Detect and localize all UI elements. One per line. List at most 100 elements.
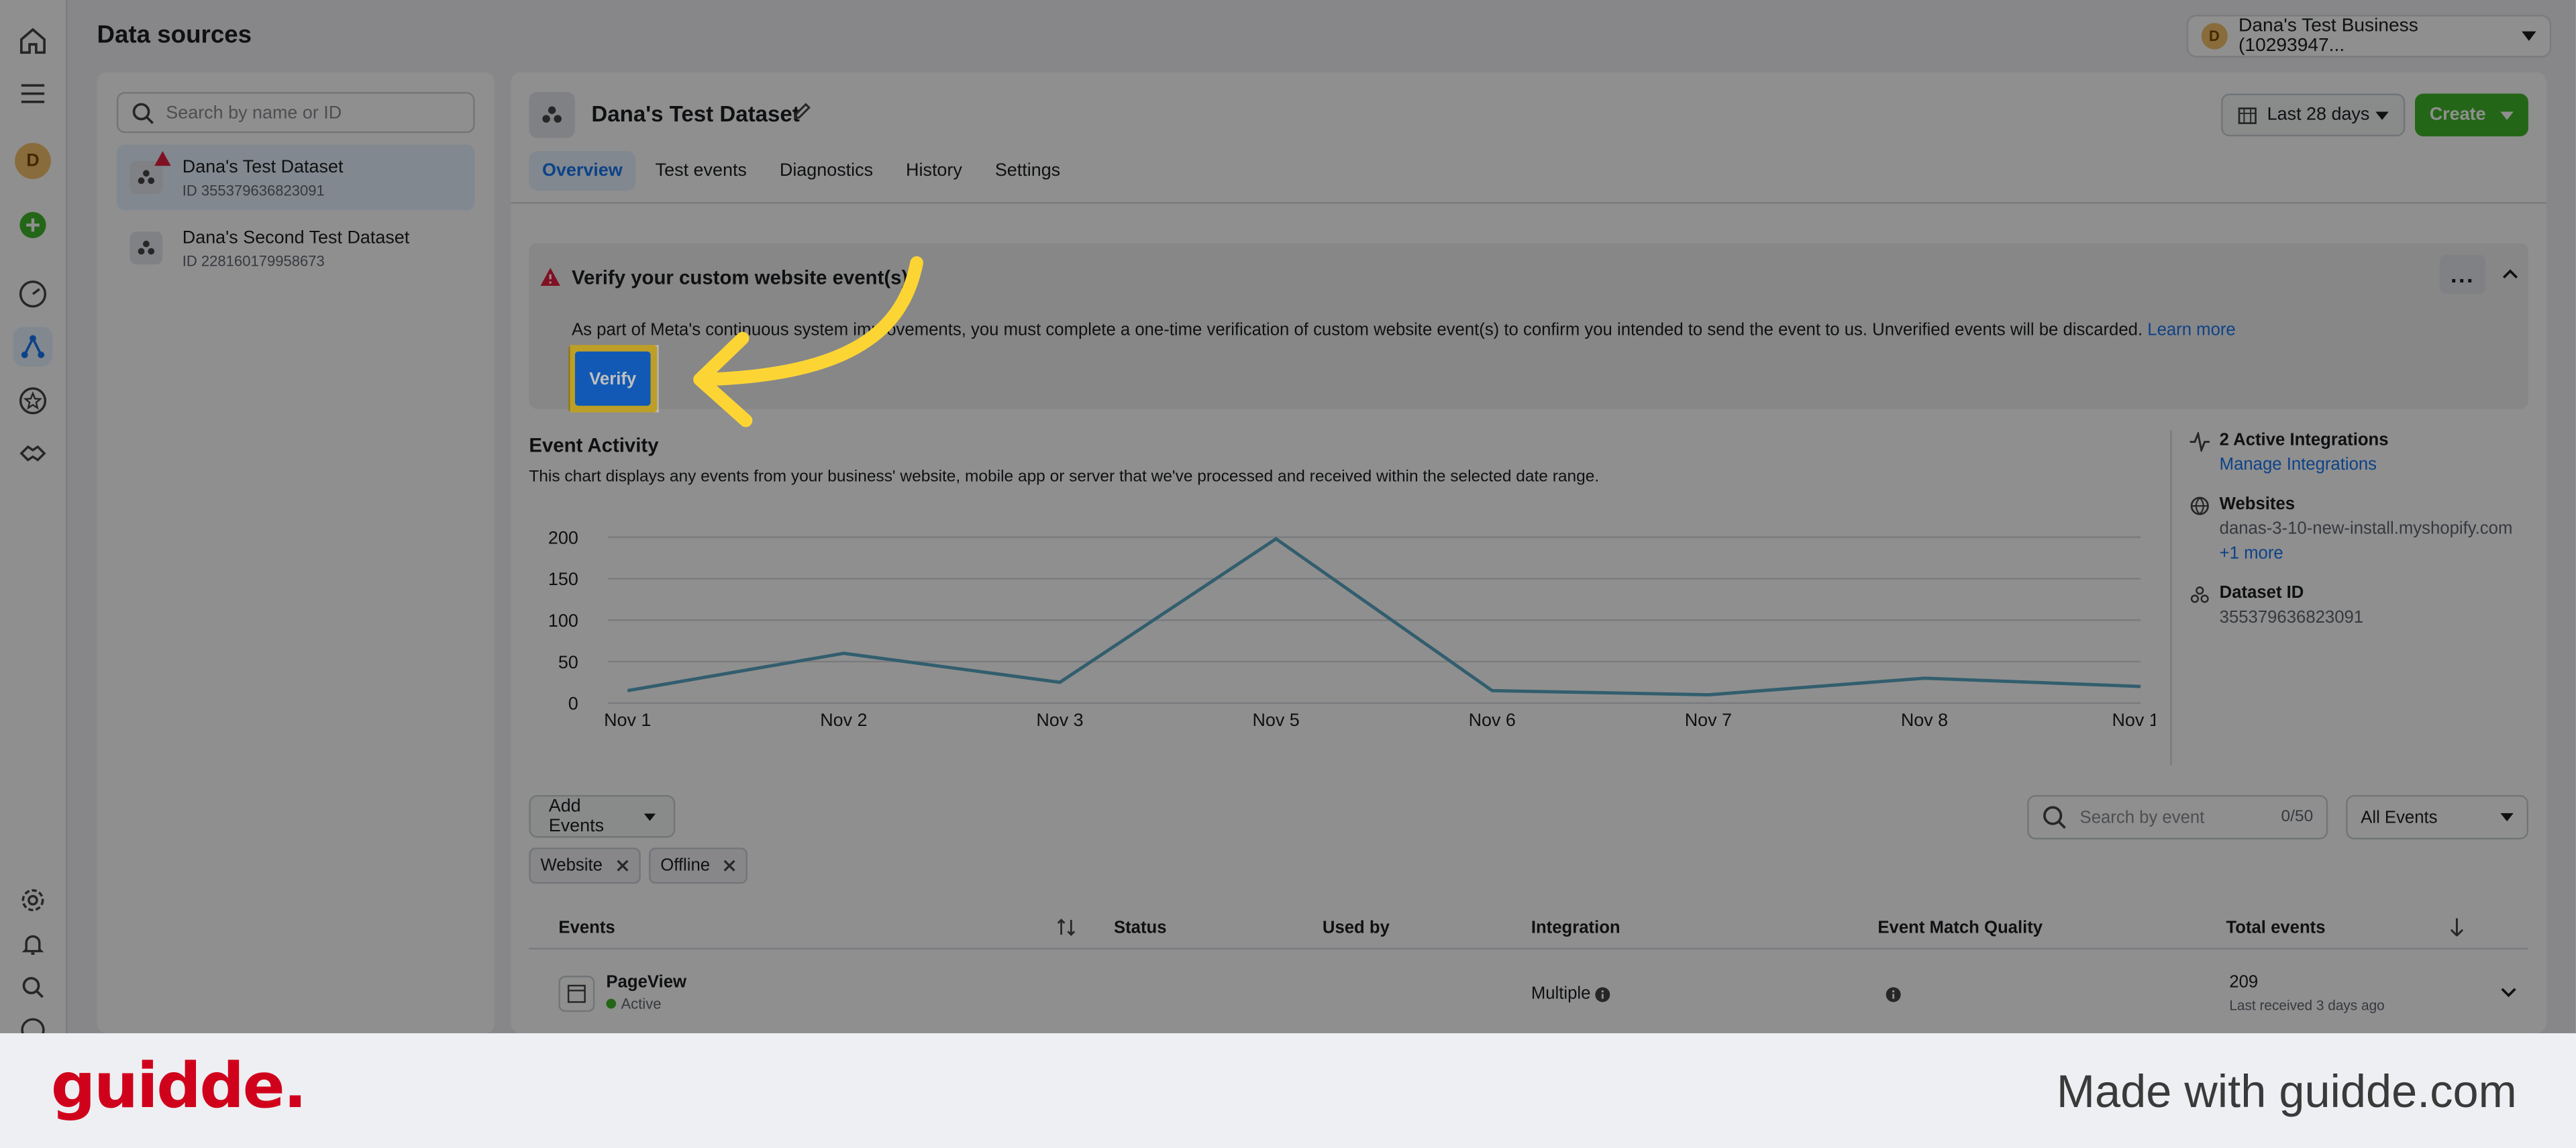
dataset-list-panel: Search by name or ID Dana's Test Dataset… bbox=[97, 72, 495, 1033]
dataset-overview-panel: Dana's Test Dataset Overview Test events… bbox=[511, 72, 2546, 1033]
tab-settings[interactable]: Settings bbox=[982, 151, 1073, 191]
column-header[interactable]: Events bbox=[558, 919, 615, 938]
banner-message: As part of Meta's continuous system impr… bbox=[572, 320, 2143, 340]
verify-highlight: Verify bbox=[568, 345, 658, 413]
close-icon[interactable] bbox=[723, 859, 737, 872]
close-icon[interactable] bbox=[616, 859, 629, 872]
info-icon[interactable] bbox=[1886, 987, 1901, 1002]
status-dot bbox=[606, 998, 617, 1009]
sort-down-icon[interactable] bbox=[2449, 918, 2464, 937]
info-icon[interactable] bbox=[1595, 986, 1610, 1002]
page-title: Data sources bbox=[97, 21, 252, 50]
tab-test-events[interactable]: Test events bbox=[642, 151, 760, 191]
column-header[interactable]: Status bbox=[1114, 919, 1167, 938]
dataset-item[interactable]: Dana's Second Test Dataset ID 2281601799… bbox=[117, 215, 475, 281]
handshake-icon[interactable] bbox=[13, 433, 53, 473]
search-icon[interactable] bbox=[13, 968, 53, 1007]
warning-icon bbox=[154, 151, 171, 166]
x-tick-label: Nov 13 bbox=[2112, 710, 2155, 730]
dataset-search-input[interactable]: Search by name or ID bbox=[116, 92, 475, 134]
chevron-down-icon bbox=[2375, 111, 2389, 119]
event-filter-select[interactable]: All Events bbox=[2346, 794, 2528, 840]
home-icon[interactable] bbox=[13, 21, 53, 61]
event-search-placeholder: Search by event bbox=[2079, 807, 2205, 827]
dataset-icon bbox=[130, 151, 171, 194]
series-line bbox=[627, 537, 2141, 696]
edit-pencil-icon[interactable] bbox=[792, 102, 811, 121]
column-header[interactable]: Integration bbox=[1531, 919, 1620, 938]
globe-icon bbox=[2190, 497, 2209, 515]
made-with-text: Made with guidde.com bbox=[2056, 1065, 2517, 1117]
guidde-logo: guidde. bbox=[50, 1049, 307, 1123]
search-icon bbox=[132, 102, 154, 123]
table-row[interactable]: PageView Active Multiple 209 Last receiv… bbox=[529, 953, 2528, 1033]
data-sources-icon[interactable] bbox=[13, 327, 53, 366]
x-tick-label: Nov 6 bbox=[1469, 710, 1516, 730]
active-integrations-label: 2 Active Integrations bbox=[2219, 430, 2389, 450]
chevron-down-icon bbox=[2500, 813, 2514, 822]
event-count: 0/50 bbox=[2281, 808, 2314, 827]
y-tick-label: 100 bbox=[548, 611, 578, 631]
divider bbox=[2170, 430, 2172, 766]
business-name: Dana's Test Business (10293947... bbox=[2238, 16, 2418, 56]
dataset-item[interactable]: Dana's Test Dataset ID 355379636823091 bbox=[116, 144, 475, 211]
websites-label: Websites bbox=[2219, 494, 2296, 515]
left-rail: D bbox=[0, 0, 68, 1042]
date-range-button[interactable]: Last 28 days bbox=[2221, 93, 2406, 137]
dataset-header: Dana's Test Dataset Overview Test events… bbox=[511, 72, 2546, 204]
banner-title: Verify your custom website event(s) bbox=[572, 266, 909, 289]
x-tick-label: Nov 2 bbox=[820, 710, 867, 730]
x-tick-label: Nov 3 bbox=[1036, 710, 1083, 730]
event-activity-description: This chart displays any events from your… bbox=[529, 468, 1600, 486]
dataset-id-block: Dataset ID 355379636823091 bbox=[2190, 583, 2535, 627]
create-button[interactable]: Create bbox=[2415, 93, 2528, 137]
last-received: Last received 3 days ago bbox=[2229, 997, 2385, 1014]
page-icon bbox=[558, 976, 595, 1012]
date-range-label: Last 28 days bbox=[2267, 105, 2370, 125]
chip-label: Website bbox=[540, 855, 603, 876]
y-tick-label: 200 bbox=[548, 527, 578, 547]
more-options-button[interactable]: ... bbox=[2439, 254, 2486, 295]
tab-diagnostics[interactable]: Diagnostics bbox=[766, 151, 886, 191]
dataset-name: Dana's Test Dataset bbox=[182, 156, 344, 177]
event-search-input[interactable]: Search by event 0/50 bbox=[2027, 794, 2328, 840]
x-tick-label: Nov 5 bbox=[1252, 710, 1299, 730]
verify-button[interactable]: Verify bbox=[574, 351, 651, 406]
chevron-down-icon bbox=[2522, 31, 2537, 42]
manage-integrations-link[interactable]: Manage Integrations bbox=[2220, 455, 2535, 474]
dataset-name: Dana's Second Test Dataset bbox=[182, 227, 410, 248]
integration-value: Multiple bbox=[1531, 984, 1591, 1004]
create-label: Create bbox=[2429, 105, 2486, 125]
dataset-icon bbox=[529, 92, 575, 138]
x-tick-label: Nov 7 bbox=[1685, 710, 1732, 730]
dataset-id: ID 228160179958673 bbox=[182, 252, 325, 269]
gauge-icon[interactable] bbox=[13, 274, 53, 314]
business-selector[interactable]: D Dana's Test Business (10293947... bbox=[2186, 15, 2552, 58]
learn-more-link[interactable]: Learn more bbox=[2147, 320, 2235, 340]
bell-icon[interactable] bbox=[13, 925, 53, 964]
sort-icon[interactable] bbox=[1056, 919, 1076, 937]
more-websites-link[interactable]: +1 more bbox=[2220, 543, 2535, 563]
screen: D Data sources D Dana's Test Business (1… bbox=[0, 0, 2576, 1148]
chevron-down-icon[interactable] bbox=[2500, 987, 2516, 998]
tab-history[interactable]: History bbox=[892, 151, 975, 191]
avatar[interactable]: D bbox=[13, 142, 53, 181]
column-header[interactable]: Total events bbox=[2226, 919, 2325, 938]
dataset-id-label: Dataset ID bbox=[2219, 583, 2304, 603]
event-status: Active bbox=[606, 996, 661, 1012]
add-icon[interactable] bbox=[13, 205, 53, 245]
chevron-up-icon[interactable] bbox=[2502, 268, 2518, 279]
column-header[interactable]: Used by bbox=[1323, 919, 1390, 938]
star-icon[interactable] bbox=[13, 381, 53, 421]
y-tick-label: 50 bbox=[558, 652, 578, 672]
column-header[interactable]: Event Match Quality bbox=[1877, 919, 2043, 938]
add-events-button[interactable]: Add Events bbox=[529, 794, 676, 838]
guidde-footer: guidde. Made with guidde.com bbox=[0, 1033, 2576, 1148]
menu-icon[interactable] bbox=[13, 74, 53, 113]
chip-label: Offline bbox=[660, 855, 711, 876]
dataset-icon bbox=[130, 231, 163, 265]
event-activity-title: Event Activity bbox=[529, 433, 659, 457]
x-tick-label: Nov 1 bbox=[604, 710, 651, 730]
settings-icon[interactable] bbox=[13, 880, 53, 920]
tab-overview[interactable]: Overview bbox=[529, 151, 636, 191]
